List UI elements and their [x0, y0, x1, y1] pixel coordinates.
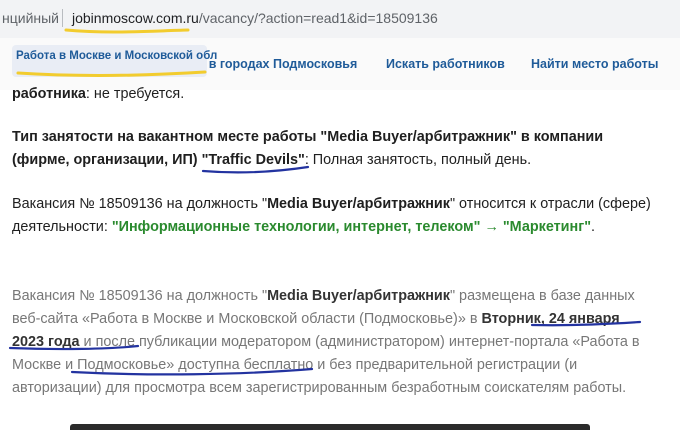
requirements-fragment: работника: не требуется.	[12, 83, 652, 106]
nav-item-moscow-work[interactable]: Работа в Москве и Московской обл	[16, 50, 217, 62]
vacancy-title: Media Buyer/арбитражник	[267, 196, 450, 212]
url-path: /vacancy/?action=read1&id=18509136	[198, 10, 438, 26]
industry-link[interactable]: "Информационные технологии, интернет, те…	[112, 219, 591, 235]
posting-vacancy-title: Media Buyer/арбитражник	[267, 288, 450, 304]
industry-text-end: .	[591, 219, 596, 235]
posting-text-prefix: Вакансия № 18509136 на должность "	[12, 288, 268, 304]
requirement-value: : не требуется.	[85, 86, 185, 102]
industry-text-prefix: Вакансия № 18509136 на должность "	[12, 196, 268, 212]
address-separator	[62, 9, 63, 27]
posting-info-paragraph: Вакансия № 18509136 на должность "Media …	[12, 285, 652, 400]
employment-type-paragraph: Тип занятости на вакантном месте работы …	[12, 126, 652, 172]
requirement-label: работника	[12, 86, 86, 102]
industry-paragraph: Вакансия № 18509136 на должность "Media …	[12, 193, 652, 239]
address-bar[interactable]: нцийный jobinmoscow.com.ru/vacancy/?acti…	[0, 0, 680, 39]
bottom-overlay-bar	[70, 424, 590, 430]
url-host: jobinmoscow.com.ru	[72, 10, 199, 26]
employment-type-value: : Полная занятость, полный день.	[304, 152, 532, 168]
nav-item-find-workers[interactable]: Искать работников	[386, 57, 505, 71]
url-text[interactable]: jobinmoscow.com.ru/vacancy/?action=read1…	[72, 10, 438, 26]
security-label: нцийный	[2, 10, 60, 26]
posting-text-rest: и после публикации модератором (админист…	[12, 334, 640, 396]
nav-item-find-job[interactable]: Найти место работы	[531, 57, 658, 71]
